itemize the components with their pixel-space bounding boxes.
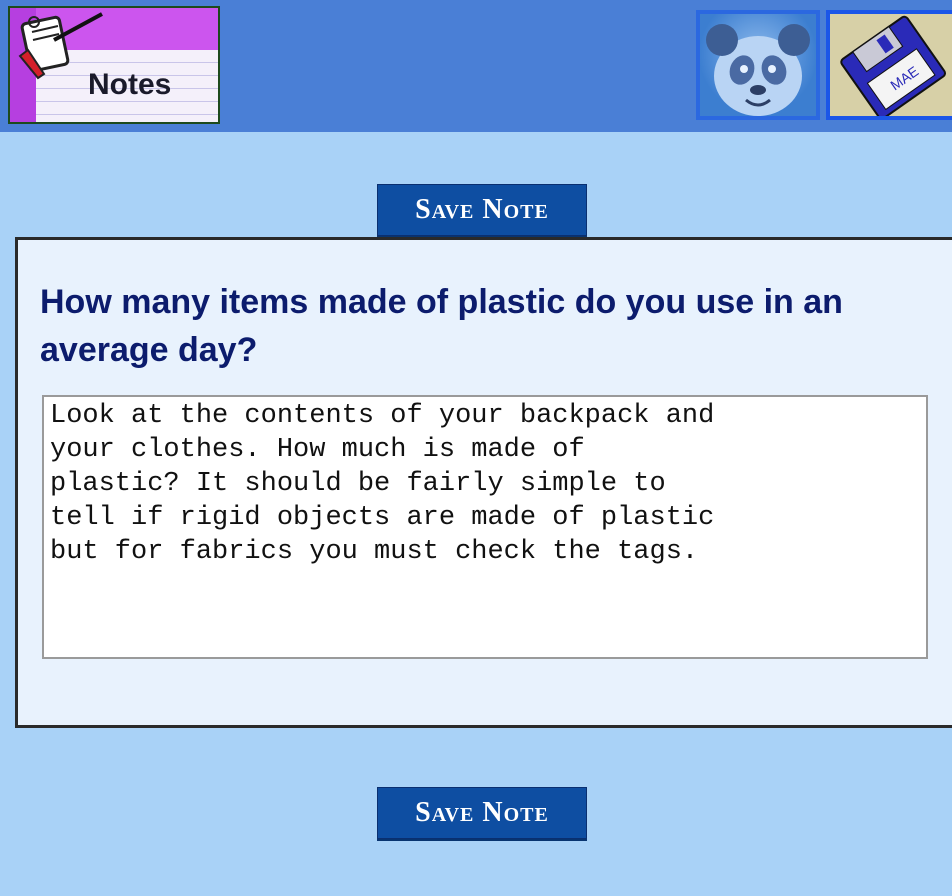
panda-button[interactable] xyxy=(696,10,820,120)
notes-tab[interactable]: Notes xyxy=(8,6,220,124)
top-toolbar: Notes MAE xyxy=(0,0,952,132)
note-question: How many items made of plastic do you us… xyxy=(40,283,843,369)
panda-icon xyxy=(700,24,816,116)
save-disk-button[interactable]: MAE xyxy=(826,10,952,120)
note-textarea[interactable]: Look at the contents of your backpack an… xyxy=(42,395,928,659)
save-note-button-top[interactable]: Save Note xyxy=(377,184,587,236)
notes-label: Notes xyxy=(88,68,172,101)
note-panel: How many items made of plastic do you us… xyxy=(15,237,952,728)
floppy-disk-icon: MAE xyxy=(830,15,952,116)
save-note-button-bottom[interactable]: Save Note xyxy=(377,787,587,839)
